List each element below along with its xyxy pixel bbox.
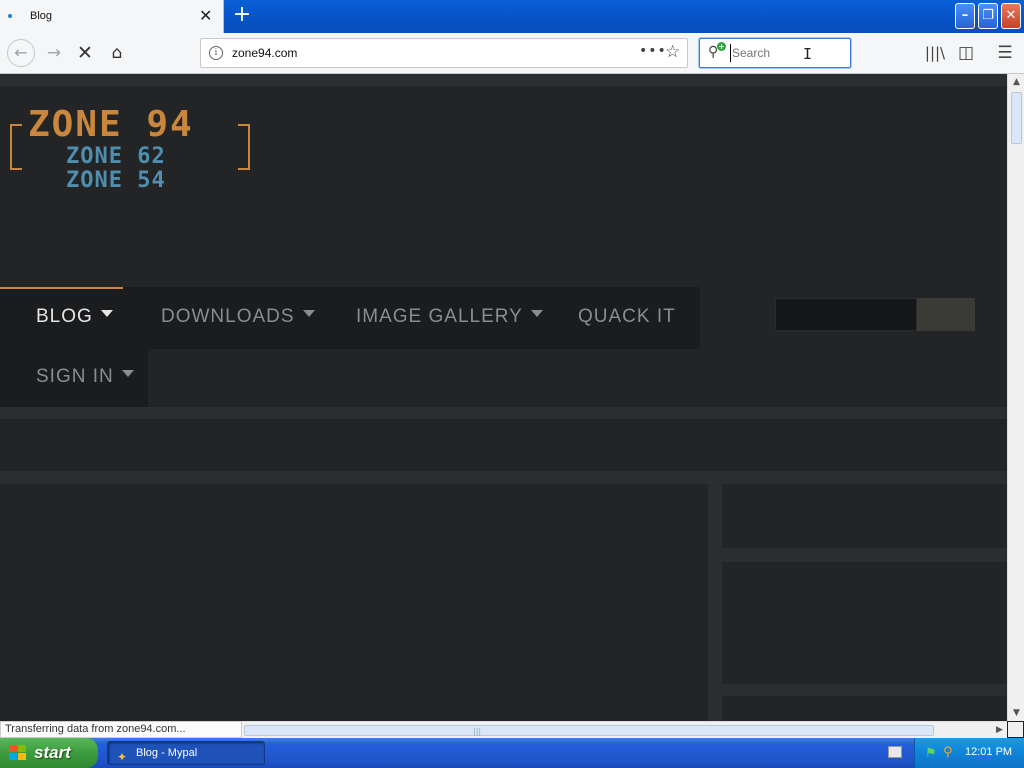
browser-search-box[interactable]: ⚲ + I bbox=[699, 38, 851, 68]
tab-strip: Blog ✕ + – ❐ ✕ bbox=[0, 0, 1024, 34]
bookmark-star-icon[interactable]: ☆ bbox=[665, 42, 680, 62]
vertical-scrollbar[interactable]: ▲ ▼ bbox=[1007, 74, 1024, 721]
library-icon[interactable]: |||\ bbox=[923, 42, 947, 64]
navigation-toolbar: ← → ✕ ⌂ i zone94.com ••• ☆ ⚲ + I |||\ ◫ … bbox=[0, 33, 1024, 74]
system-tray: ⚑ ⚲ 12:01 PM bbox=[914, 738, 1024, 768]
network-icon[interactable]: ⚑ bbox=[925, 746, 937, 761]
logo-sub-text-1: ZONE 62 bbox=[66, 144, 166, 169]
new-tab-button[interactable]: + bbox=[231, 4, 253, 28]
menu-item-label: IMAGE GALLERY bbox=[356, 306, 523, 327]
vertical-scroll-thumb[interactable] bbox=[1011, 92, 1022, 144]
address-bar[interactable]: i zone94.com ••• ☆ bbox=[200, 38, 688, 68]
horizontal-scroll-thumb[interactable]: ||| bbox=[244, 725, 934, 736]
info-icon[interactable]: i bbox=[209, 46, 223, 60]
tab-loading-icon bbox=[8, 14, 12, 18]
back-arrow-icon[interactable]: ← bbox=[7, 39, 35, 67]
close-window-button[interactable]: ✕ bbox=[1001, 3, 1021, 29]
scroll-down-icon[interactable]: ▼ bbox=[1009, 705, 1024, 721]
windows-logo-icon bbox=[9, 745, 27, 761]
menu-item-label: SIGN IN bbox=[36, 366, 114, 387]
chevron-down-icon bbox=[121, 370, 134, 377]
minimize-button[interactable]: – bbox=[955, 3, 975, 29]
menu-item-downloads[interactable]: DOWNLOADS bbox=[161, 306, 315, 328]
chevron-down-icon bbox=[530, 310, 543, 317]
logo-bracket-left bbox=[10, 124, 22, 170]
column-divider bbox=[708, 484, 720, 721]
menu-item-label: QUACK IT bbox=[578, 306, 676, 327]
site-search-button[interactable] bbox=[917, 298, 975, 331]
scroll-up-icon[interactable]: ▲ bbox=[1009, 74, 1024, 90]
main-content-column bbox=[0, 484, 708, 721]
browser-app-icon: ✦ bbox=[117, 750, 128, 764]
add-search-icon: + bbox=[717, 42, 726, 51]
search-tray-icon[interactable]: ⚲ bbox=[943, 745, 953, 760]
logo-main-text: ZONE 94 bbox=[28, 104, 194, 145]
page-viewport: ZONE 94 ZONE 62 ZONE 54 BLOG DOWNLOADS I… bbox=[0, 74, 1007, 721]
chevron-down-icon bbox=[302, 310, 315, 317]
sidebar-gap bbox=[720, 548, 1007, 562]
page-top-strip bbox=[0, 74, 1007, 86]
content-divider bbox=[0, 407, 1007, 419]
menu-item-label: DOWNLOADS bbox=[161, 306, 295, 327]
scrollbar-corner bbox=[1007, 721, 1024, 738]
restore-button[interactable]: ❐ bbox=[978, 3, 998, 29]
start-button[interactable]: start bbox=[0, 738, 98, 768]
menu-item-label: BLOG bbox=[36, 306, 93, 327]
logo-sub-text-2: ZONE 54 bbox=[66, 168, 166, 193]
search-input[interactable] bbox=[730, 44, 840, 62]
tab-blog[interactable]: Blog ✕ bbox=[0, 0, 224, 34]
logo-bracket-right bbox=[238, 124, 250, 170]
status-bar: Transferring data from zone94.com... bbox=[0, 721, 242, 738]
forward-arrow-icon[interactable]: → bbox=[42, 42, 66, 64]
page-actions-icon[interactable]: ••• bbox=[639, 43, 667, 59]
menu-item-sign-in[interactable]: SIGN IN bbox=[36, 366, 134, 388]
sidebar-icon[interactable]: ◫ bbox=[954, 42, 978, 64]
sidebar-panel bbox=[720, 562, 1007, 684]
tab-close-icon[interactable]: ✕ bbox=[199, 8, 212, 24]
tab-title: Blog bbox=[30, 10, 53, 22]
breadcrumb-area bbox=[0, 419, 1007, 471]
taskbar-item-browser[interactable]: ✦ Blog - Mypal bbox=[107, 741, 265, 765]
hamburger-menu-icon[interactable]: ☰ bbox=[993, 42, 1017, 64]
scroll-right-icon[interactable]: ▶ bbox=[992, 722, 1007, 738]
keyboard-icon[interactable] bbox=[888, 746, 902, 758]
sidebar-panel bbox=[720, 484, 1007, 548]
sidebar-panel bbox=[720, 696, 1007, 721]
text-cursor-icon: I bbox=[803, 45, 813, 63]
site-search-input[interactable] bbox=[775, 298, 917, 331]
chevron-down-icon bbox=[100, 310, 113, 317]
menu-item-quack-it[interactable]: QUACK IT bbox=[578, 306, 676, 328]
active-menu-indicator bbox=[0, 287, 123, 289]
content-divider bbox=[0, 471, 1007, 484]
taskbar-item-label: Blog - Mypal bbox=[136, 747, 198, 759]
menu-item-blog[interactable]: BLOG bbox=[36, 306, 113, 328]
taskbar: start ✦ Blog - Mypal ⚑ ⚲ 12:01 PM bbox=[0, 738, 1024, 768]
clock[interactable]: 12:01 PM bbox=[965, 746, 1012, 758]
horizontal-scrollbar[interactable]: ||| ▶ bbox=[242, 721, 1007, 738]
url-text[interactable]: zone94.com bbox=[232, 46, 297, 60]
sidebar-gap bbox=[720, 684, 1007, 696]
menu-item-image-gallery[interactable]: IMAGE GALLERY bbox=[356, 306, 543, 328]
stop-icon[interactable]: ✕ bbox=[73, 42, 97, 64]
grip-icon: ||| bbox=[473, 727, 482, 736]
home-icon[interactable]: ⌂ bbox=[105, 42, 129, 64]
start-label: start bbox=[34, 743, 71, 762]
site-logo[interactable]: ZONE 94 ZONE 62 ZONE 54 bbox=[10, 104, 254, 194]
